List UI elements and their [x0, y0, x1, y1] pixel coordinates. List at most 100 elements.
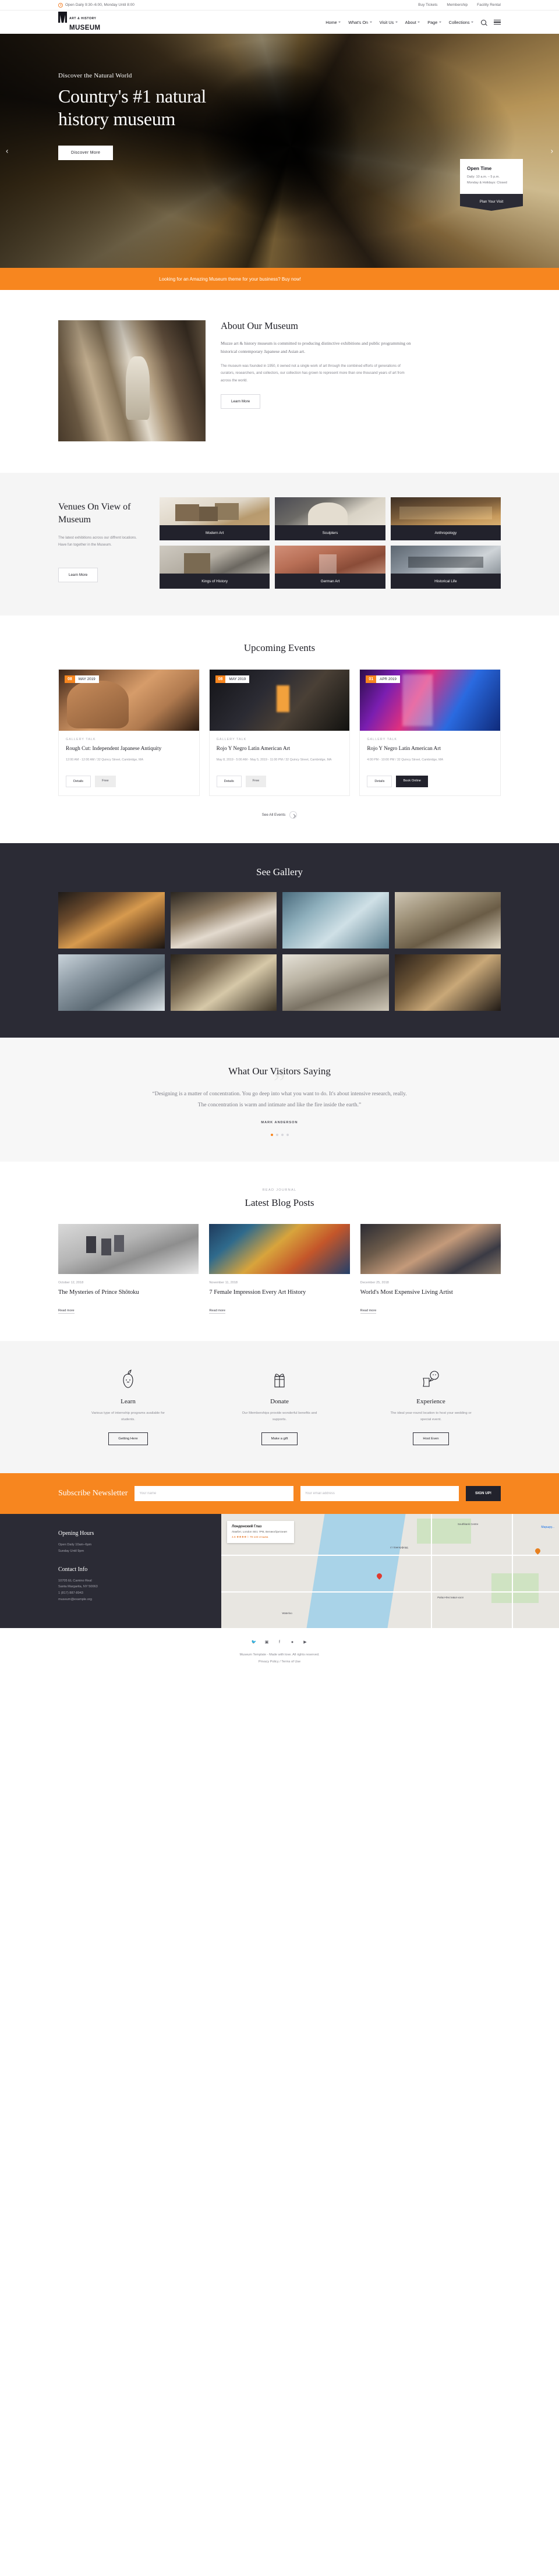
venue-card[interactable]: Sculpters	[275, 497, 385, 540]
newsletter-name-input[interactable]	[135, 1485, 293, 1501]
event-book-online-button[interactable]: Book Online	[396, 776, 428, 788]
nav-label: Visit Us	[379, 19, 394, 25]
gallery-item[interactable]	[58, 892, 165, 949]
blog-image[interactable]	[209, 1224, 350, 1275]
instagram-icon[interactable]: ▣	[264, 1640, 270, 1646]
event-price-button[interactable]: Free	[95, 776, 116, 788]
event-details-button[interactable]: Details	[216, 776, 242, 788]
plan-your-visit-button[interactable]: Plan Your Visit	[460, 194, 523, 211]
newsletter-email-input[interactable]	[300, 1485, 459, 1501]
getting-here-button[interactable]: Getting Here	[108, 1432, 148, 1445]
make-a-gift-button[interactable]: Make a gift	[261, 1432, 298, 1445]
hero-title: Country's #1 natural history museum	[58, 86, 206, 130]
nav-item-collections[interactable]: Collections	[449, 20, 473, 25]
testimonial-dot[interactable]	[286, 1134, 289, 1137]
top-bar-links: Buy Tickets Membership Facility Rental	[418, 3, 501, 7]
footer-hours-line-2: Sunday Until 9pm	[58, 1549, 84, 1553]
venue-card[interactable]: Historical Life	[390, 546, 501, 589]
nav-item-page[interactable]: Page	[427, 20, 441, 25]
map-label: ст Хангерфорд	[390, 1545, 408, 1549]
blog-read-more-link[interactable]: Read more	[58, 1309, 75, 1314]
promo-banner[interactable]: Looking for an Amazing Museum theme for …	[0, 268, 559, 290]
gallery-item[interactable]	[394, 892, 501, 949]
chevron-down-icon	[395, 22, 398, 23]
gallery-item[interactable]	[282, 892, 389, 949]
venue-card[interactable]: German Art	[275, 546, 385, 589]
event-title[interactable]: Rojo Y Negro Latin American Art	[217, 745, 343, 753]
venue-card[interactable]: Kings of History	[160, 546, 270, 589]
main-nav: Home What's On Visit Us About Page Colle…	[326, 19, 501, 25]
venue-card[interactable]: Anthropology	[390, 497, 501, 540]
youtube-icon[interactable]: ▶	[302, 1640, 308, 1646]
blog-date: November 11, 2018	[209, 1281, 238, 1285]
nav-label: Page	[427, 19, 438, 25]
event-title[interactable]: Rough Cut: Independent Japanese Antiquit…	[66, 745, 192, 753]
host-even-button[interactable]: Host Even	[413, 1432, 449, 1445]
event-meta: May 8, 2019 - 5:00 AM - May 5, 2019 - 11…	[216, 758, 332, 762]
gallery-item[interactable]	[170, 892, 277, 949]
blog-post-title[interactable]: World's Most Expensive Living Artist	[360, 1289, 501, 1297]
map-pin-icon[interactable]	[534, 1547, 542, 1555]
nav-item-visit-us[interactable]: Visit Us	[380, 20, 398, 25]
facility-rental-link[interactable]: Facility Rental	[477, 3, 501, 7]
event-card: 08 MAY 2019 GALLERY TALK Rojo Y Negro La…	[208, 669, 351, 797]
discover-more-button[interactable]: Discover More	[58, 146, 114, 161]
gallery-item[interactable]	[394, 954, 501, 1011]
see-all-events-button[interactable]: See All Events	[58, 811, 501, 819]
map-road	[430, 1513, 432, 1628]
top-bar-hours: Open Daily 9:30–6:00, Monday Until 8:00	[58, 2, 135, 8]
nav-item-home[interactable]: Home	[326, 20, 341, 25]
event-title[interactable]: Rojo Y Negro Latin American Art	[367, 745, 493, 753]
blog-image[interactable]	[58, 1224, 199, 1275]
hero-prev-arrow[interactable]: ‹	[6, 147, 8, 155]
blog-read-more-link[interactable]: Read more	[209, 1309, 225, 1314]
footer-email[interactable]: museum@example.org	[58, 1597, 221, 1603]
membership-link[interactable]: Membership	[447, 3, 468, 7]
event-category: GALLERY TALK	[66, 738, 96, 741]
service-desc: Our Memberships provide wonderful benefi…	[242, 1411, 317, 1421]
legal-links[interactable]: Privacy Policy / Terms of Use	[0, 1660, 559, 1664]
footer-map[interactable]: Лондонский Глаз Ламбет, London SE1 7PB, …	[221, 1513, 559, 1628]
nav-item-whats-on[interactable]: What's On	[348, 20, 372, 25]
blog-post-title[interactable]: 7 Female Impression Every Art History	[209, 1289, 349, 1297]
event-details-button[interactable]: Details	[66, 776, 91, 788]
testimonial-dot[interactable]	[275, 1134, 278, 1137]
facebook-icon[interactable]: f	[277, 1640, 282, 1646]
blog-read-more-link[interactable]: Read more	[360, 1309, 377, 1314]
gallery-item[interactable]	[282, 954, 389, 1011]
newsletter-signup-button[interactable]: SIGN UP!	[466, 1485, 501, 1501]
event-price-button[interactable]: Free	[245, 776, 267, 788]
buy-tickets-link[interactable]: Buy Tickets	[418, 3, 437, 7]
search-icon[interactable]	[481, 19, 486, 25]
blog-post-title[interactable]: The Mysteries of Prince Shōtoku	[58, 1289, 199, 1297]
event-details-button[interactable]: Details	[367, 776, 392, 788]
about-learn-more-button[interactable]: Learn More	[221, 394, 261, 409]
gallery-item[interactable]	[170, 954, 277, 1011]
nav-item-about[interactable]: About	[405, 20, 420, 25]
gallery-item[interactable]	[58, 954, 165, 1011]
footer-address-line-1: 10705 EL Camino Real	[58, 1579, 92, 1583]
venue-card[interactable]: Modern Art	[160, 497, 270, 540]
twitter-icon[interactable]: 🐦	[251, 1640, 257, 1646]
site-header: ART & HISTORY MUSEUM Home What's On Visi…	[0, 10, 559, 34]
pinterest-icon[interactable]: ●	[289, 1640, 295, 1646]
hamburger-menu-icon[interactable]	[494, 19, 501, 25]
chevron-down-icon	[418, 22, 420, 23]
testimonial-dot[interactable]	[281, 1134, 284, 1137]
venues-learn-more-button[interactable]: Learn More	[58, 567, 98, 582]
logo[interactable]: ART & HISTORY MUSEUM	[58, 12, 101, 33]
service-learn: Learn Various type of internship program…	[58, 1367, 198, 1445]
copyright-text: Museum Template - Made with love. All ri…	[239, 1653, 320, 1657]
map-directions-link[interactable]: Маршру...	[541, 1526, 554, 1529]
promo-text: Looking for an Amazing Museum theme for …	[159, 276, 301, 282]
blog-image[interactable]	[360, 1224, 501, 1275]
hero-next-arrow[interactable]: ›	[551, 147, 553, 155]
event-image: 08 MAY 2019	[209, 670, 350, 731]
testimonial-dot[interactable]	[270, 1134, 273, 1137]
testimonial-section: ” What Our Visitors Saying “Designing is…	[0, 1038, 559, 1162]
gift-icon	[210, 1367, 349, 1391]
venue-label: German Art	[275, 574, 385, 589]
map-label: Ройал-Фестивал-холл	[437, 1595, 464, 1599]
footer-phone[interactable]: 1 (817) 887-8943	[58, 1590, 221, 1597]
testimonial-title: What Our Visitors Saying	[228, 1066, 331, 1077]
